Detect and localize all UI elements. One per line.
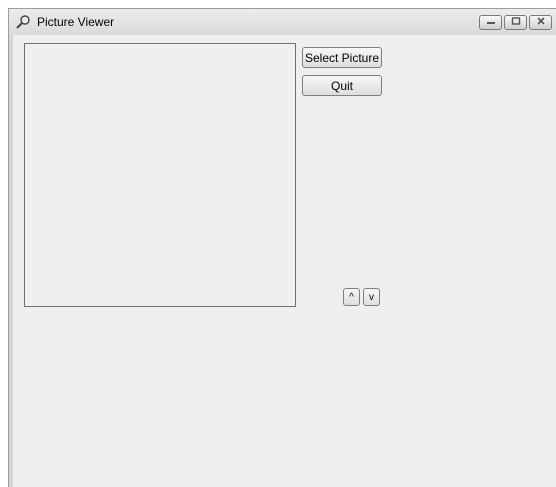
down-button[interactable]: v xyxy=(363,288,380,306)
close-button[interactable] xyxy=(529,15,552,30)
picture-box xyxy=(24,43,296,307)
magnifier-icon xyxy=(15,15,31,29)
close-icon xyxy=(536,17,546,28)
maximize-button[interactable] xyxy=(504,15,527,30)
window-title: Picture Viewer xyxy=(37,15,115,29)
title-bar[interactable]: Picture Viewer xyxy=(9,9,556,35)
up-button[interactable]: ^ xyxy=(343,288,360,306)
picture-viewer-window: Picture Viewer Select Picture Quit ^ v xyxy=(8,8,556,487)
select-picture-button[interactable]: Select Picture xyxy=(302,47,382,68)
minimize-icon xyxy=(486,17,496,28)
client-area: Select Picture Quit ^ v xyxy=(9,35,556,487)
maximize-icon xyxy=(511,17,521,28)
quit-button[interactable]: Quit xyxy=(302,75,382,96)
caption-buttons xyxy=(477,15,552,30)
minimize-button[interactable] xyxy=(479,15,502,30)
